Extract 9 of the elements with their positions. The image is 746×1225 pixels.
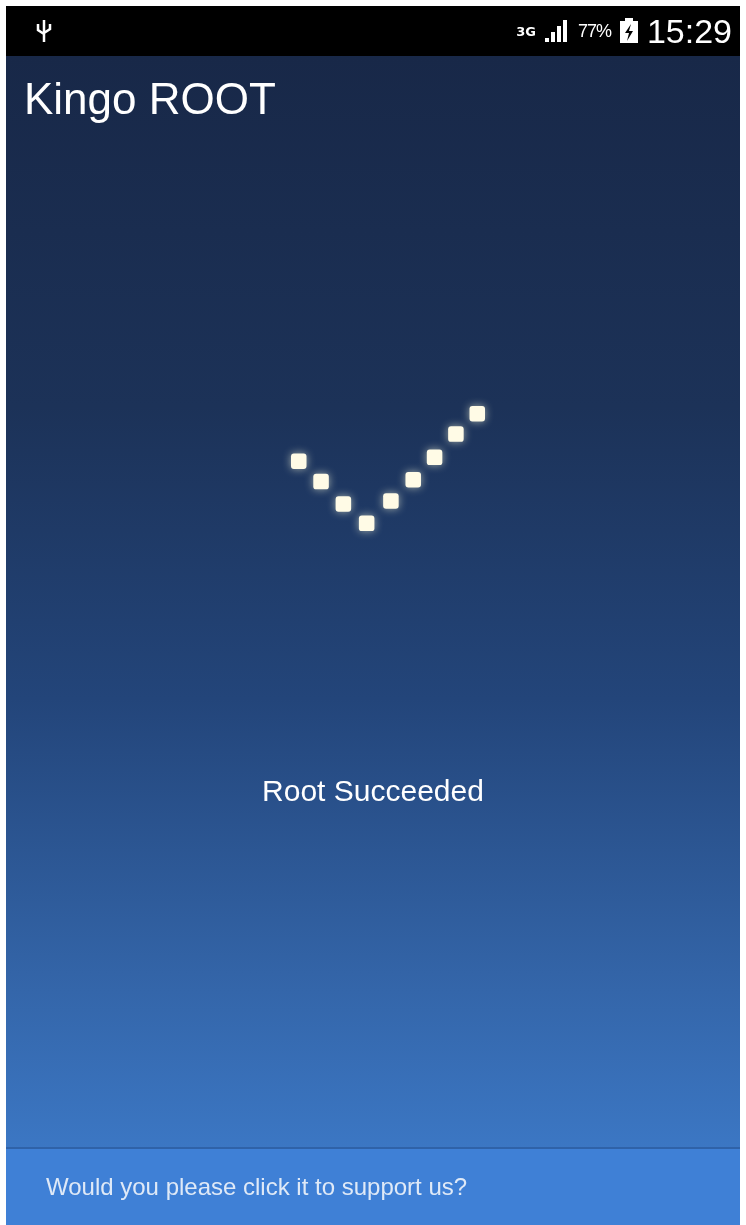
battery-percent: 77% [577,20,611,42]
checkmark-icon [288,404,488,534]
app-title: Kingo ROOT [23,73,277,124]
charging-battery-icon [618,18,639,44]
clock: 15:29 [646,11,732,51]
signal-icon [543,19,570,43]
usb-icon [36,18,52,44]
network-type: 3G [516,23,536,39]
status-message: Root Succeeded [262,774,484,808]
